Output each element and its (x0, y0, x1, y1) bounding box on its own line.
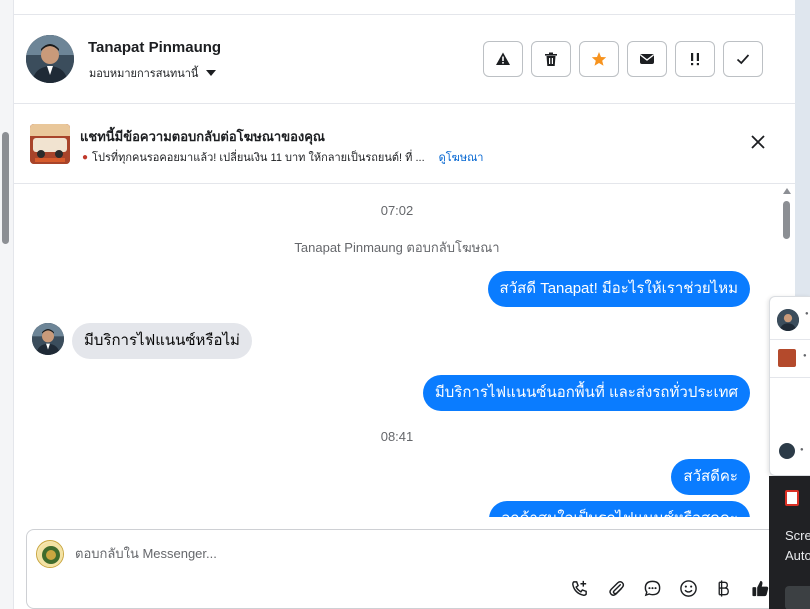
ad-thumbnail-mini (778, 349, 796, 367)
ad-description: โปรที่ทุกคนรอคอยมาแล้ว! เปลี่ยนเงิน 11 บ… (92, 152, 425, 164)
ad-reply-banner: แชทนี้มีข้อความตอบกลับต่อโฆษณาของคุณ ● โ… (14, 104, 795, 184)
payment-button[interactable] (712, 577, 734, 599)
check-icon (736, 54, 750, 65)
call-icon (571, 580, 587, 596)
contact-avatar-small (32, 323, 64, 355)
screen-recorder-icon (785, 490, 799, 506)
assign-conversation-dropdown[interactable]: มอบหมายการสนทนานี้ (89, 64, 217, 82)
mark-done-button[interactable] (723, 41, 763, 77)
chevron-down-icon (206, 70, 217, 76)
truncated-text: ● (800, 447, 804, 453)
delete-button[interactable] (531, 41, 571, 77)
call-button[interactable] (568, 577, 590, 599)
envelope-icon (640, 54, 654, 64)
left-scroll-track[interactable] (0, 0, 14, 609)
attach-button[interactable] (605, 577, 627, 599)
outgoing-message[interactable]: ลูกค้าสนใจเป็นรถไฟแนนซ์หรือสดคะ (489, 501, 750, 517)
conversation-header: Tanapat Pinmaung มอบหมายการสนทนานี้ (14, 15, 795, 104)
double-exclamation-icon (691, 53, 699, 66)
mark-unread-button[interactable] (627, 41, 667, 77)
saved-replies-button[interactable] (641, 577, 663, 599)
popup-action-button[interactable] (785, 586, 810, 609)
reply-input[interactable] (75, 542, 675, 564)
report-spam-button[interactable] (483, 41, 523, 77)
timestamp: 08:41 (380, 429, 414, 444)
emoji-button[interactable] (677, 577, 699, 599)
incoming-message[interactable]: มีบริการไฟแนนซ์หรือไม่ (72, 323, 252, 359)
conversation-actions (483, 41, 763, 77)
contact-name[interactable]: Tanapat Pinmaung (88, 39, 221, 56)
car-icon: ● (82, 151, 89, 163)
trash-icon (545, 52, 557, 66)
warning-triangle-icon (496, 52, 510, 65)
saved-reply-icon (644, 580, 660, 596)
scroll-up-arrow-icon[interactable] (783, 188, 791, 194)
assign-label: มอบหมายการสนทนานี้ (89, 68, 199, 80)
outgoing-message[interactable]: สวัสดี Tanapat! มีอะไรให้เราช่วยไหม (487, 271, 750, 307)
chat-avatar-mini[interactable] (779, 443, 795, 459)
star-button[interactable] (579, 41, 619, 77)
screen-capture-popup[interactable]: Scre Auto (769, 476, 810, 609)
floating-chat-list[interactable]: ● ● ● (769, 296, 810, 476)
thread-scroll-thumb[interactable] (783, 201, 790, 239)
follow-up-button[interactable] (675, 41, 715, 77)
close-banner-button[interactable] (746, 130, 770, 154)
divider (770, 377, 810, 378)
message-composer (26, 529, 796, 609)
message-thread[interactable]: 07:02 Tanapat Pinmaung ตอบกลับโฆษณา สวัส… (14, 185, 780, 517)
view-ad-link[interactable]: ดูโฆษณา (439, 148, 484, 166)
timestamp: 07:02 (380, 203, 414, 218)
contact-avatar[interactable] (26, 35, 74, 83)
ad-banner-description-row: ● โปรที่ทุกคนรอคอยมาแล้ว! เปลี่ยนเงิน 11… (82, 148, 483, 166)
popup-subtitle: Auto (785, 548, 810, 563)
emoji-icon (679, 579, 697, 597)
outgoing-message[interactable]: มีบริการไฟแนนซ์นอกพื้นที่ และส่งรถทั่วปร… (422, 375, 750, 411)
truncated-text: ● (805, 311, 809, 317)
ad-banner-title: แชทนี้มีข้อความตอบกลับต่อโฆษณาของคุณ (80, 129, 325, 144)
outgoing-message[interactable]: สวัสดีคะ (671, 459, 750, 495)
thumbs-up-icon (751, 580, 768, 596)
baht-payment-icon (718, 579, 729, 597)
ad-reply-note: Tanapat Pinmaung ตอบกลับโฆษณา (294, 240, 500, 255)
attachment-icon (608, 580, 624, 596)
star-icon (591, 52, 607, 66)
page-avatar (36, 540, 64, 568)
popup-title: Scre (785, 528, 810, 543)
divider (770, 339, 810, 340)
like-button[interactable] (749, 577, 771, 599)
left-scroll-thumb[interactable] (2, 132, 9, 244)
ad-thumbnail (30, 124, 70, 164)
close-icon (751, 135, 765, 149)
chat-avatar[interactable] (777, 309, 799, 331)
truncated-text: ● (803, 353, 807, 359)
